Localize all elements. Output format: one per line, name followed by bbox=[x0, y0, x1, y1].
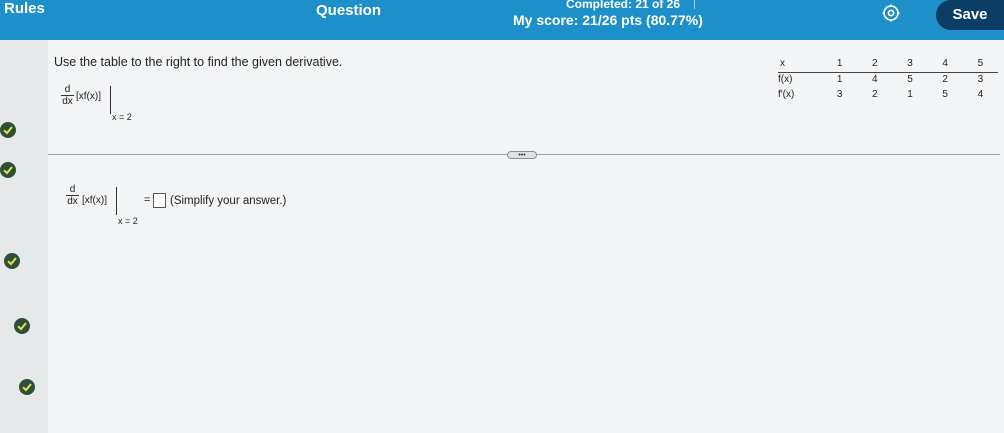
answer-evaluation-point: x = 2 bbox=[118, 216, 138, 226]
table-header-cell: 1 bbox=[836, 58, 843, 70]
question-progress-strip bbox=[0, 40, 48, 433]
derivative-operator: d dx bbox=[61, 84, 74, 107]
completed-count: Completed: 21 of 26 bbox=[566, 0, 681, 11]
check-circle-icon[interactable] bbox=[19, 379, 35, 395]
table-cell: 5 bbox=[942, 89, 948, 100]
answer-input[interactable] bbox=[153, 193, 166, 208]
table-cell: 4 bbox=[977, 89, 984, 100]
table-cell: 3 bbox=[977, 74, 984, 86]
table-cell: 5 bbox=[907, 74, 913, 86]
check-circle-icon[interactable] bbox=[0, 122, 16, 138]
evaluation-bar bbox=[110, 86, 111, 114]
table-header-cell: x bbox=[780, 58, 785, 70]
derivative-expression: [xf(x)] bbox=[76, 91, 101, 102]
header-separator bbox=[694, 0, 695, 9]
table-cell: f(x) bbox=[778, 74, 793, 86]
table-header-row: x 1 2 3 4 5 bbox=[778, 58, 998, 72]
answer-hint: (Simplify your answer.) bbox=[170, 195, 287, 207]
derivative-denominator: dx bbox=[67, 196, 78, 207]
table-header-cell: 3 bbox=[907, 58, 913, 70]
question-label: Question bbox=[316, 2, 382, 19]
evaluation-bar bbox=[116, 187, 117, 215]
values-table: x 1 2 3 4 5 f(x) 1 4 5 2 3 f′(x) 3 2 1 5… bbox=[778, 58, 998, 102]
table-header-cell: 2 bbox=[872, 58, 878, 70]
table-cell: 2 bbox=[872, 89, 878, 100]
table-row: f′(x) 3 2 1 5 4 bbox=[778, 87, 998, 102]
table-cell: 2 bbox=[942, 74, 948, 86]
table-cell: 3 bbox=[836, 89, 843, 100]
derivative-numerator: d bbox=[69, 184, 76, 195]
answer-derivative-expression: [xf(x)] bbox=[82, 195, 107, 206]
derivative-denominator: dx bbox=[62, 96, 73, 107]
top-bar: Rules Question Completed: 21 of 26 My sc… bbox=[0, 0, 1004, 40]
question-instruction: Use the table to the right to find the g… bbox=[54, 55, 343, 69]
table-row: f(x) 1 4 5 2 3 bbox=[778, 72, 998, 87]
table-header-cell: 4 bbox=[942, 58, 948, 70]
table-cell: f′(x) bbox=[778, 89, 795, 100]
rules-link[interactable]: Rules bbox=[4, 0, 45, 17]
derivative-numerator: d bbox=[64, 84, 71, 95]
table-header-cell: 5 bbox=[977, 58, 984, 70]
check-circle-icon[interactable] bbox=[4, 253, 20, 269]
table-cell: 1 bbox=[836, 74, 843, 86]
check-circle-icon[interactable] bbox=[14, 318, 30, 334]
gear-icon[interactable] bbox=[882, 4, 900, 22]
check-circle-icon[interactable] bbox=[0, 162, 16, 178]
expand-more-button[interactable]: ••• bbox=[507, 151, 537, 159]
question-content: Use the table to the right to find the g… bbox=[48, 40, 1004, 433]
evaluation-point: x = 2 bbox=[112, 112, 132, 122]
save-button[interactable]: Save bbox=[936, 0, 1004, 30]
table-cell: 4 bbox=[872, 74, 878, 86]
table-cell: 1 bbox=[907, 89, 913, 100]
equals-sign: = bbox=[144, 194, 151, 206]
score-text: My score: 21/26 pts (80.77%) bbox=[513, 12, 703, 28]
answer-derivative-operator: d dx bbox=[66, 184, 79, 207]
